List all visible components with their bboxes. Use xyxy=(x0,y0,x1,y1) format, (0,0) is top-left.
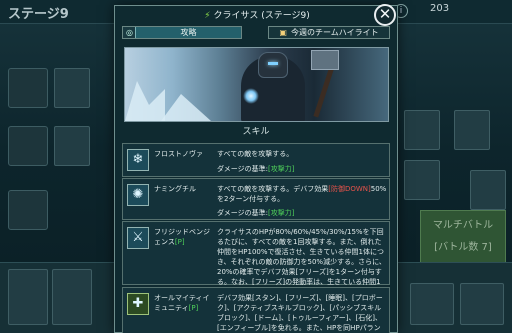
hero-portrait[interactable] xyxy=(454,110,490,150)
boss-banner-image xyxy=(124,47,389,122)
skill-row: ❄ フロストノヴァ すべての敵を攻撃する。 ダメージの基準:[攻撃力] xyxy=(122,143,390,177)
almighty-immunity-icon: ✚ xyxy=(127,293,149,315)
multi-battle-label: マルチバトル xyxy=(432,220,494,231)
hero-portrait[interactable] xyxy=(8,269,48,325)
hero-portrait[interactable] xyxy=(460,283,504,325)
hero-portrait[interactable] xyxy=(52,269,92,325)
hero-slot[interactable] xyxy=(8,68,48,108)
damage-stat: [攻撃力] xyxy=(268,209,295,217)
damage-stat: [攻撃力] xyxy=(268,165,295,173)
frost-nova-icon: ❄ xyxy=(127,149,149,171)
skill-name: フロストノヴァ xyxy=(154,150,203,158)
modal-title: クライサス (ステージ9) xyxy=(213,11,310,21)
skill-damage-basis: ダメージの基準:[攻撃力] xyxy=(217,209,295,217)
skill-description: すべての敵を攻撃する。デバフ効果[防御DOWN]50%を2ターン付与する。 xyxy=(217,185,387,203)
ice-shard xyxy=(125,81,165,121)
hero-portrait[interactable] xyxy=(404,110,440,150)
hammer-handle xyxy=(313,68,334,118)
hero-portrait[interactable] xyxy=(54,68,90,108)
hero-slot[interactable] xyxy=(8,190,48,230)
skill-name: フリジッドベンジェンス[P] xyxy=(154,228,210,246)
hero-portrait[interactable] xyxy=(470,170,506,210)
skill-damage-basis: ダメージの基準:[攻撃力] xyxy=(217,165,295,173)
gold-counter: 203 xyxy=(430,3,450,14)
numbing-chill-icon: ✺ xyxy=(127,184,149,206)
skill-description: デバフ効果[スタン]、[フリーズ]、[睡眠]、[プロボーク]、[アクティブスキル… xyxy=(217,294,383,332)
tab-strategy-label: 攻略 xyxy=(135,27,241,38)
frigid-vengeance-icon: ⚔ xyxy=(127,227,149,249)
close-button[interactable]: ✕ xyxy=(374,4,396,26)
modal-tabs: ◎ 攻略 ▣ 今週のチームハイライト xyxy=(122,26,390,40)
skill-description: すべての敵を攻撃する。 xyxy=(217,150,294,158)
target-icon: ◎ xyxy=(126,28,133,37)
hero-portrait[interactable] xyxy=(410,283,454,325)
ice-shard xyxy=(161,94,211,121)
frost-orb xyxy=(243,88,259,104)
multi-battle-count: [バトル数 7] xyxy=(434,242,492,253)
debuff-name: [防御DOWN] xyxy=(328,185,371,193)
skill-row: ✺ ナミングチル すべての敵を攻撃する。デバフ効果[防御DOWN]50%を2ター… xyxy=(122,178,390,220)
skills-header: スキル xyxy=(242,127,270,137)
skill-row: ⚔ フリジッドベンジェンス[P] クライサスのHPが80%/60%/45%/30… xyxy=(122,221,390,296)
tab-team-highlight-label: 今週のチームハイライト xyxy=(290,28,379,37)
modal-title-row: ⚡ クライサス (ステージ9) xyxy=(115,10,397,22)
bolt-icon: ⚡ xyxy=(204,11,211,21)
tab-team-highlight[interactable]: ▣ 今週のチームハイライト xyxy=(268,26,390,39)
boss-eye-glow xyxy=(268,62,278,65)
hero-portrait[interactable] xyxy=(404,160,440,200)
boss-helmet xyxy=(258,52,288,78)
skill-row: ✚ オールマイティイミュニティ[P] デバフ効果[スタン]、[フリーズ]、[睡眠… xyxy=(122,287,390,333)
hammer-head xyxy=(311,50,339,70)
screen-title: ステージ9 xyxy=(8,7,69,22)
tab-strategy[interactable]: ◎ 攻略 xyxy=(122,26,242,39)
hero-portrait[interactable] xyxy=(54,126,90,166)
hero-slot[interactable] xyxy=(8,126,48,166)
trophy-icon: ▣ xyxy=(279,28,287,37)
skill-name: ナミングチル xyxy=(154,185,196,193)
skill-name: オールマイティイミュニティ[P] xyxy=(154,294,210,312)
